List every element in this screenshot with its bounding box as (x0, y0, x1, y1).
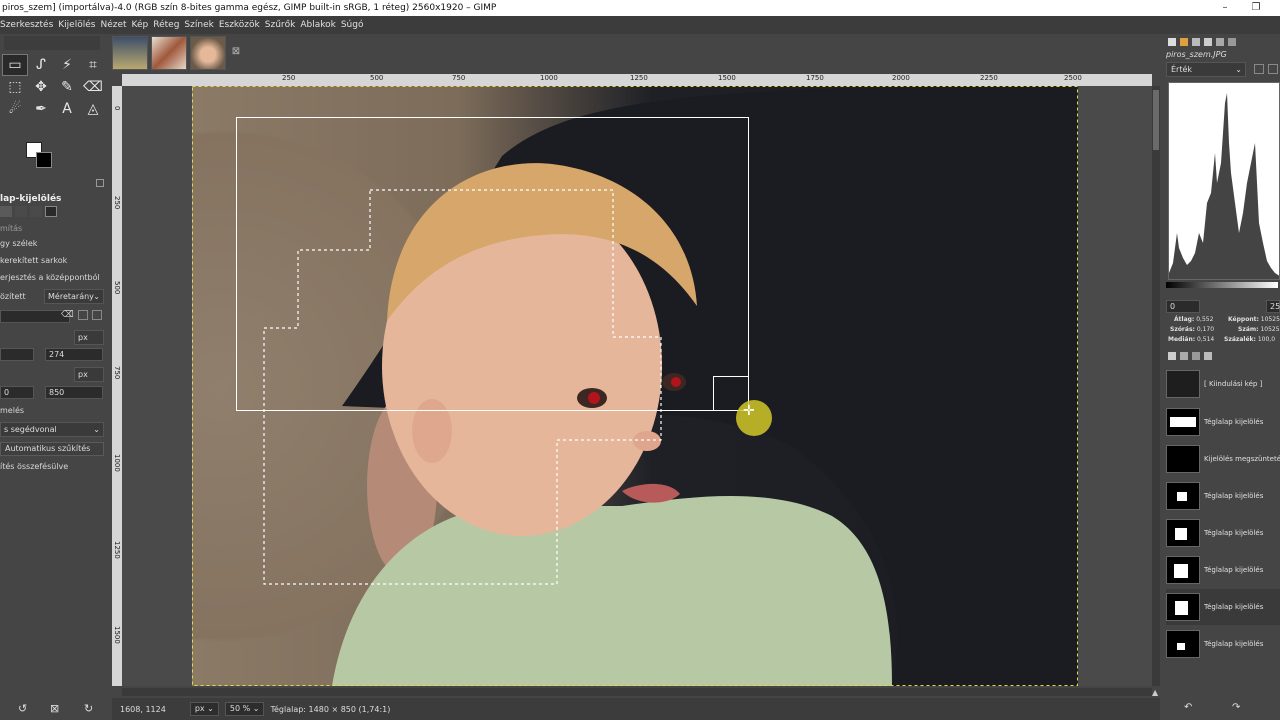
undo-item-label: Téglalap kijelölés (1204, 640, 1264, 648)
undo-thumb-shape (1177, 643, 1185, 650)
undo-item-label: Téglalap kijelölés (1204, 418, 1264, 426)
stat-median: Medián: 0,514 (1168, 336, 1214, 343)
tab-icon[interactable] (1216, 38, 1224, 46)
navigate-icon[interactable]: ▲ (1152, 688, 1158, 697)
linear-icon[interactable] (1254, 64, 1264, 74)
undo-thumbnail (1166, 593, 1200, 621)
pointer-coords: 1608, 1124 (120, 704, 166, 714)
status-bar: 1608, 1124 px ⌄ 50 % ⌄ Téglalap: 1480 × … (112, 698, 1160, 720)
tab-icon[interactable] (1192, 38, 1200, 46)
stat-percent: Százalék: 100,0 (1224, 336, 1275, 343)
stat-pixels: Képpont: 10525 (1228, 316, 1280, 323)
vertical-scrollbar[interactable] (1152, 86, 1160, 686)
undo-icon[interactable]: ↶ (1184, 702, 1192, 713)
undo-item[interactable]: Kijelölés megszüntetése (1166, 441, 1280, 477)
undo-item[interactable]: [ Kiindulási kép ] (1166, 366, 1280, 402)
undo-item-label: Téglalap kijelölés (1204, 492, 1264, 500)
log-icon[interactable] (1268, 64, 1278, 74)
stat-value: 0,514 (1197, 336, 1215, 343)
channels-tab-icon[interactable] (1180, 352, 1188, 360)
undo-thumb-shape (1170, 417, 1196, 427)
undo-item[interactable]: Téglalap kijelölés (1166, 515, 1280, 551)
stat-label: Átlag: (1174, 316, 1195, 323)
tab-icon[interactable] (1204, 38, 1212, 46)
undo-item-label: Téglalap kijelölés (1204, 529, 1264, 537)
histogram-gradient (1166, 282, 1278, 288)
move-cursor-icon: ✛ (743, 403, 755, 419)
histogram-graph[interactable] (1168, 82, 1280, 280)
channel-combo[interactable]: Érték ⌄ (1166, 62, 1246, 77)
layers-tab-icon[interactable] (1168, 352, 1176, 360)
undo-thumb-shape (1175, 528, 1187, 540)
histogram-file: piros_szem.JPG (1166, 50, 1227, 59)
stat-value: 0,552 (1196, 316, 1214, 323)
undo-thumbnail (1166, 370, 1200, 398)
stat-stddev: Szórás: 0,170 (1170, 326, 1214, 333)
range-max-input[interactable]: 25 (1266, 300, 1280, 313)
vertical-scrollbar-thumb[interactable] (1153, 90, 1159, 150)
selection-overlay (236, 117, 749, 585)
unit-value: px (194, 704, 205, 713)
stat-value: 0,170 (1196, 326, 1215, 333)
undo-thumb-shape (1177, 492, 1187, 501)
gimp-window: piros_szem] (importálva)-4.0 (RGB szín 8… (0, 0, 1280, 720)
stat-label: Képpont: (1228, 316, 1259, 323)
zoom-value: 50 % (229, 704, 251, 713)
status-message: Téglalap: 1480 × 850 (1,74:1) (270, 704, 391, 714)
tab-icon[interactable] (1168, 38, 1176, 46)
channel-value: Érték (1171, 65, 1193, 74)
stat-label: Medián: (1168, 336, 1196, 343)
histogram-plot (1169, 93, 1279, 279)
undo-item-label: Téglalap kijelölés (1204, 566, 1264, 574)
right-dock: piros_szem.JPG Érték ⌄ 0 25 Átlag: 0,552… (1162, 34, 1280, 720)
chevron-down-icon: ⌄ (1235, 65, 1242, 74)
undo-thumbnail (1166, 445, 1200, 473)
paths-tab-icon[interactable] (1192, 352, 1200, 360)
undo-thumbnail (1166, 556, 1200, 584)
undo-item-label: Téglalap kijelölés (1204, 603, 1264, 611)
undo-thumbnail (1166, 630, 1200, 658)
dock-tab-icons (1168, 38, 1236, 46)
undo-thumb-shape (1175, 601, 1188, 615)
unit-combo[interactable]: px ⌄ (189, 702, 219, 716)
stat-label: Százalék: (1224, 336, 1256, 343)
undo-item[interactable]: Téglalap kijelölés (1166, 404, 1280, 440)
undo-thumb-shape (1174, 564, 1188, 578)
marching-ants-selection (263, 189, 662, 585)
stat-value: 100,0 (1257, 336, 1276, 343)
undo-thumbnail (1166, 408, 1200, 436)
undo-thumbnail (1166, 519, 1200, 547)
horizontal-scrollbar[interactable] (122, 688, 1152, 696)
rect-selection-frame[interactable] (236, 117, 749, 411)
stat-value: 10525 (1260, 316, 1280, 323)
tab-icon[interactable] (1228, 38, 1236, 46)
undo-item-selected[interactable]: Téglalap kijelölés (1166, 589, 1280, 625)
range-min-input[interactable]: 0 (1166, 300, 1200, 313)
undo-tab-icons (1168, 352, 1212, 360)
undo-thumbnail (1166, 482, 1200, 510)
undo-item[interactable]: Téglalap kijelölés (1166, 626, 1280, 662)
undo-item-label: Kijelölés megszüntetése (1204, 455, 1280, 463)
undo-item[interactable]: Téglalap kijelölés (1166, 478, 1280, 514)
stat-label: Szórás: (1170, 326, 1195, 333)
undo-item-label: [ Kiindulási kép ] (1204, 380, 1263, 388)
stat-value: 10525 (1260, 326, 1280, 333)
tab-icon[interactable] (1180, 38, 1188, 46)
stat-count: Szám: 10525 (1238, 326, 1280, 333)
stat-mean: Átlag: 0,552 (1174, 316, 1213, 323)
redo-icon[interactable]: ↷ (1232, 702, 1240, 713)
stat-label: Szám: (1238, 326, 1259, 333)
zoom-combo[interactable]: 50 % ⌄ (224, 702, 265, 716)
histogram-area (1169, 93, 1279, 279)
undo-tab-icon[interactable] (1204, 352, 1212, 360)
undo-item[interactable]: Téglalap kijelölés (1166, 552, 1280, 588)
